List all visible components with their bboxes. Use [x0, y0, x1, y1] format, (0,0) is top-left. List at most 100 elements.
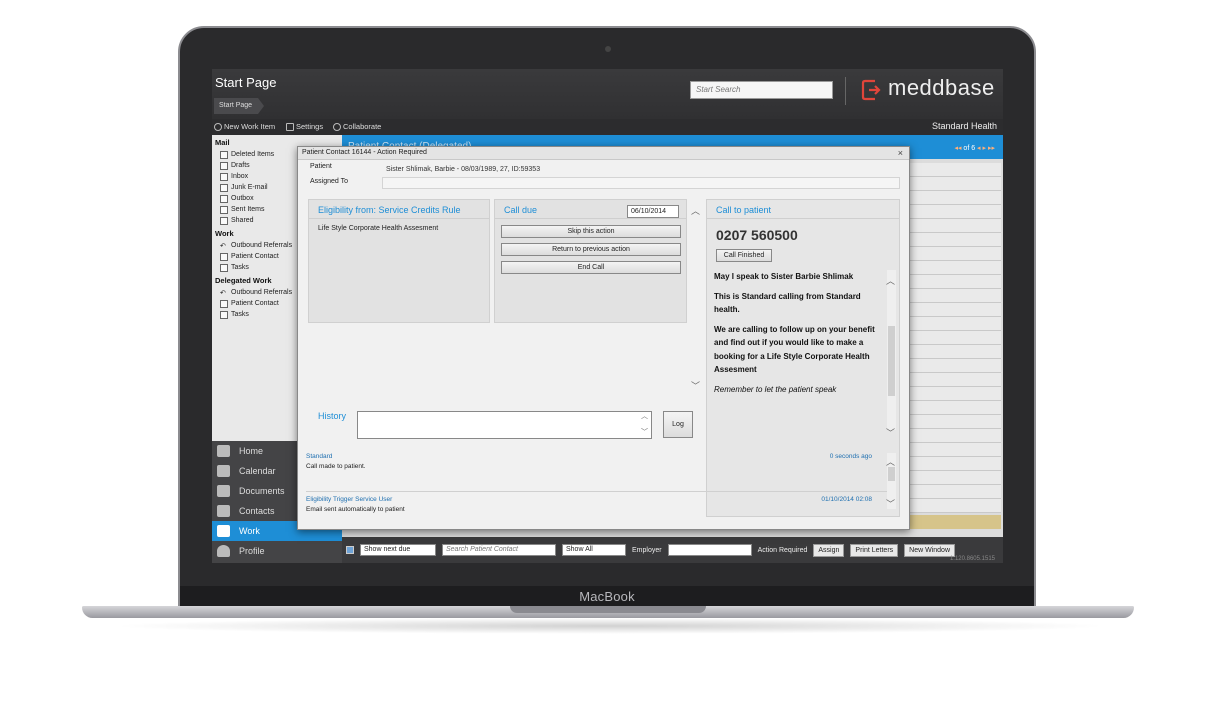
- phone-icon: [220, 252, 228, 261]
- gear-icon: [217, 525, 230, 537]
- assigned-to-field[interactable]: [382, 177, 900, 189]
- breadcrumb[interactable]: Start Page: [214, 98, 264, 114]
- home-icon: [217, 445, 230, 457]
- collaborate-button[interactable]: Collaborate: [333, 122, 381, 131]
- chevron-down-icon[interactable]: ﹀: [691, 379, 700, 392]
- nav-label: Contacts: [239, 506, 275, 516]
- sidebar-item-label: Tasks: [231, 311, 249, 318]
- history-title: History: [318, 411, 347, 421]
- list-rows: [904, 163, 1001, 513]
- junk-icon: [220, 183, 228, 192]
- reply-arrow-icon: ↶: [220, 242, 226, 250]
- laptop-mockup: Start Page Start Page Start Search meddb…: [0, 0, 1226, 721]
- close-icon[interactable]: ×: [898, 148, 903, 158]
- history-input[interactable]: [357, 411, 652, 439]
- chevron-down-icon[interactable]: ﹀: [886, 426, 895, 439]
- selected-row[interactable]: [904, 515, 1001, 529]
- gear-icon: [214, 122, 222, 131]
- laptop-chin: MacBook: [180, 586, 1034, 608]
- sent-icon: [220, 205, 228, 214]
- nav-label: Home: [239, 446, 264, 456]
- show-all-select[interactable]: Show All: [562, 544, 626, 556]
- script-note: Remember to let the patient speak: [714, 384, 837, 394]
- nav-label: Calendar: [239, 466, 276, 476]
- collaborate-label: Collaborate: [343, 122, 382, 131]
- employer-select[interactable]: [667, 544, 752, 556]
- chevron-down-icon[interactable]: ﹀: [886, 497, 895, 510]
- pager[interactable]: ◂◂ of 6 ◂ ▸ ▸▸: [954, 144, 995, 152]
- end-call-button[interactable]: End Call: [501, 261, 681, 274]
- history-time: 0 seconds ago: [829, 453, 872, 460]
- nav-profile[interactable]: Profile: [212, 541, 342, 561]
- sidebar-item-label: Patient Contact: [231, 253, 279, 260]
- sidebar-item-label: Deleted Items: [231, 151, 275, 158]
- divider: [306, 491, 894, 492]
- chevron-up-icon[interactable]: ︿: [886, 455, 895, 468]
- version-number: 1.120.8605.1515: [949, 556, 995, 562]
- laptop-shadow: [110, 618, 1110, 634]
- sidebar-item-label: Junk E-mail: [231, 184, 268, 191]
- meddbase-logo-icon: [861, 79, 881, 101]
- checkbox-icon: [220, 263, 228, 272]
- chevron-up-icon[interactable]: ︿: [641, 411, 648, 421]
- sidebar-item-label: Patient Contact: [231, 300, 279, 307]
- show-next-due-select[interactable]: Show next due: [360, 544, 436, 556]
- dialog-title: Patient Contact 16144 - Action Required: [298, 147, 909, 160]
- script-line: This is Standard calling from Standard h…: [714, 291, 861, 315]
- chevron-up-icon[interactable]: ︿: [691, 204, 700, 217]
- documents-icon: [217, 485, 230, 497]
- call-script: May I speak to Sister Barbie Shlimak Thi…: [714, 270, 886, 402]
- script-scrollbar[interactable]: [887, 270, 896, 430]
- device-label: MacBook: [579, 589, 635, 604]
- sidebar-item-label: Outbound Referrals: [231, 289, 293, 296]
- outbox-icon: [220, 194, 228, 203]
- history-time: 01/10/2014 02:08: [821, 496, 872, 503]
- nav-label: Profile: [239, 546, 265, 556]
- new-work-item-button[interactable]: New Work Item: [214, 122, 275, 131]
- chevron-down-icon[interactable]: ﹀: [641, 427, 648, 437]
- search-patient-contact-input[interactable]: Search Patient Contact: [442, 544, 556, 556]
- patient-label: Patient: [310, 163, 332, 170]
- scrollbar-thumb[interactable]: [888, 326, 895, 396]
- patient-contact-dialog: Patient Contact 16144 - Action Required …: [297, 146, 910, 530]
- page-title: Start Page: [215, 75, 277, 90]
- history-message: Call made to patient.: [306, 463, 366, 470]
- sidebar-item-label: Inbox: [231, 173, 249, 180]
- sidebar-item-label: Tasks: [231, 264, 249, 271]
- nav-label: Work: [239, 526, 260, 536]
- nav-label: Documents: [239, 486, 285, 496]
- laptop-notch: [510, 606, 706, 613]
- chevron-up-icon[interactable]: ︿: [886, 274, 895, 287]
- print-letters-button[interactable]: Print Letters: [850, 543, 899, 557]
- bottom-toolbar: Show next due Search Patient Contact Sho…: [342, 537, 1003, 563]
- history-entry[interactable]: Eligibility Trigger Service User Email s…: [306, 496, 872, 513]
- shared-icon: [220, 216, 228, 225]
- settings-button[interactable]: Settings: [286, 122, 323, 131]
- call-due-date-input[interactable]: 06/10/2014: [627, 205, 679, 218]
- phone-number: 0207 560500: [716, 227, 798, 243]
- eligibility-item[interactable]: Life Style Corporate Health Assesment: [309, 219, 489, 238]
- scrollbar-thumb[interactable]: [888, 467, 895, 481]
- history-source: Eligibility Trigger Service User: [306, 496, 393, 503]
- sidebar-item-label: Drafts: [231, 162, 250, 169]
- assign-button[interactable]: Assign: [813, 543, 845, 557]
- call-due-panel: Call due 06/10/2014 Skip this action Ret…: [494, 199, 687, 323]
- header-divider: [845, 77, 846, 105]
- action-required-label: Action Required: [757, 546, 808, 554]
- assigned-to-label: Assigned To: [310, 178, 349, 185]
- log-button[interactable]: Log: [663, 411, 693, 438]
- employer-label: Employer: [632, 546, 662, 554]
- search-input[interactable]: Start Search: [690, 81, 833, 99]
- sidebar-item-label: Sent Items: [231, 206, 265, 213]
- drafts-icon: [220, 161, 228, 170]
- save-icon[interactable]: [346, 546, 354, 554]
- new-window-button[interactable]: New Window: [904, 543, 956, 557]
- history-message: Email sent automatically to patient: [306, 506, 405, 513]
- eligibility-title: Eligibility from: Service Credits Rule: [309, 200, 489, 219]
- patient-value[interactable]: Sister Shlimak, Barbie - 08/03/1989, 27,…: [386, 166, 540, 173]
- eligibility-panel: Eligibility from: Service Credits Rule L…: [308, 199, 490, 323]
- return-previous-action-button[interactable]: Return to previous action: [501, 243, 681, 256]
- call-finished-button[interactable]: Call Finished: [716, 249, 772, 262]
- skip-action-button[interactable]: Skip this action: [501, 225, 681, 238]
- history-entry[interactable]: Standard Call made to patient. 0 seconds…: [306, 453, 872, 470]
